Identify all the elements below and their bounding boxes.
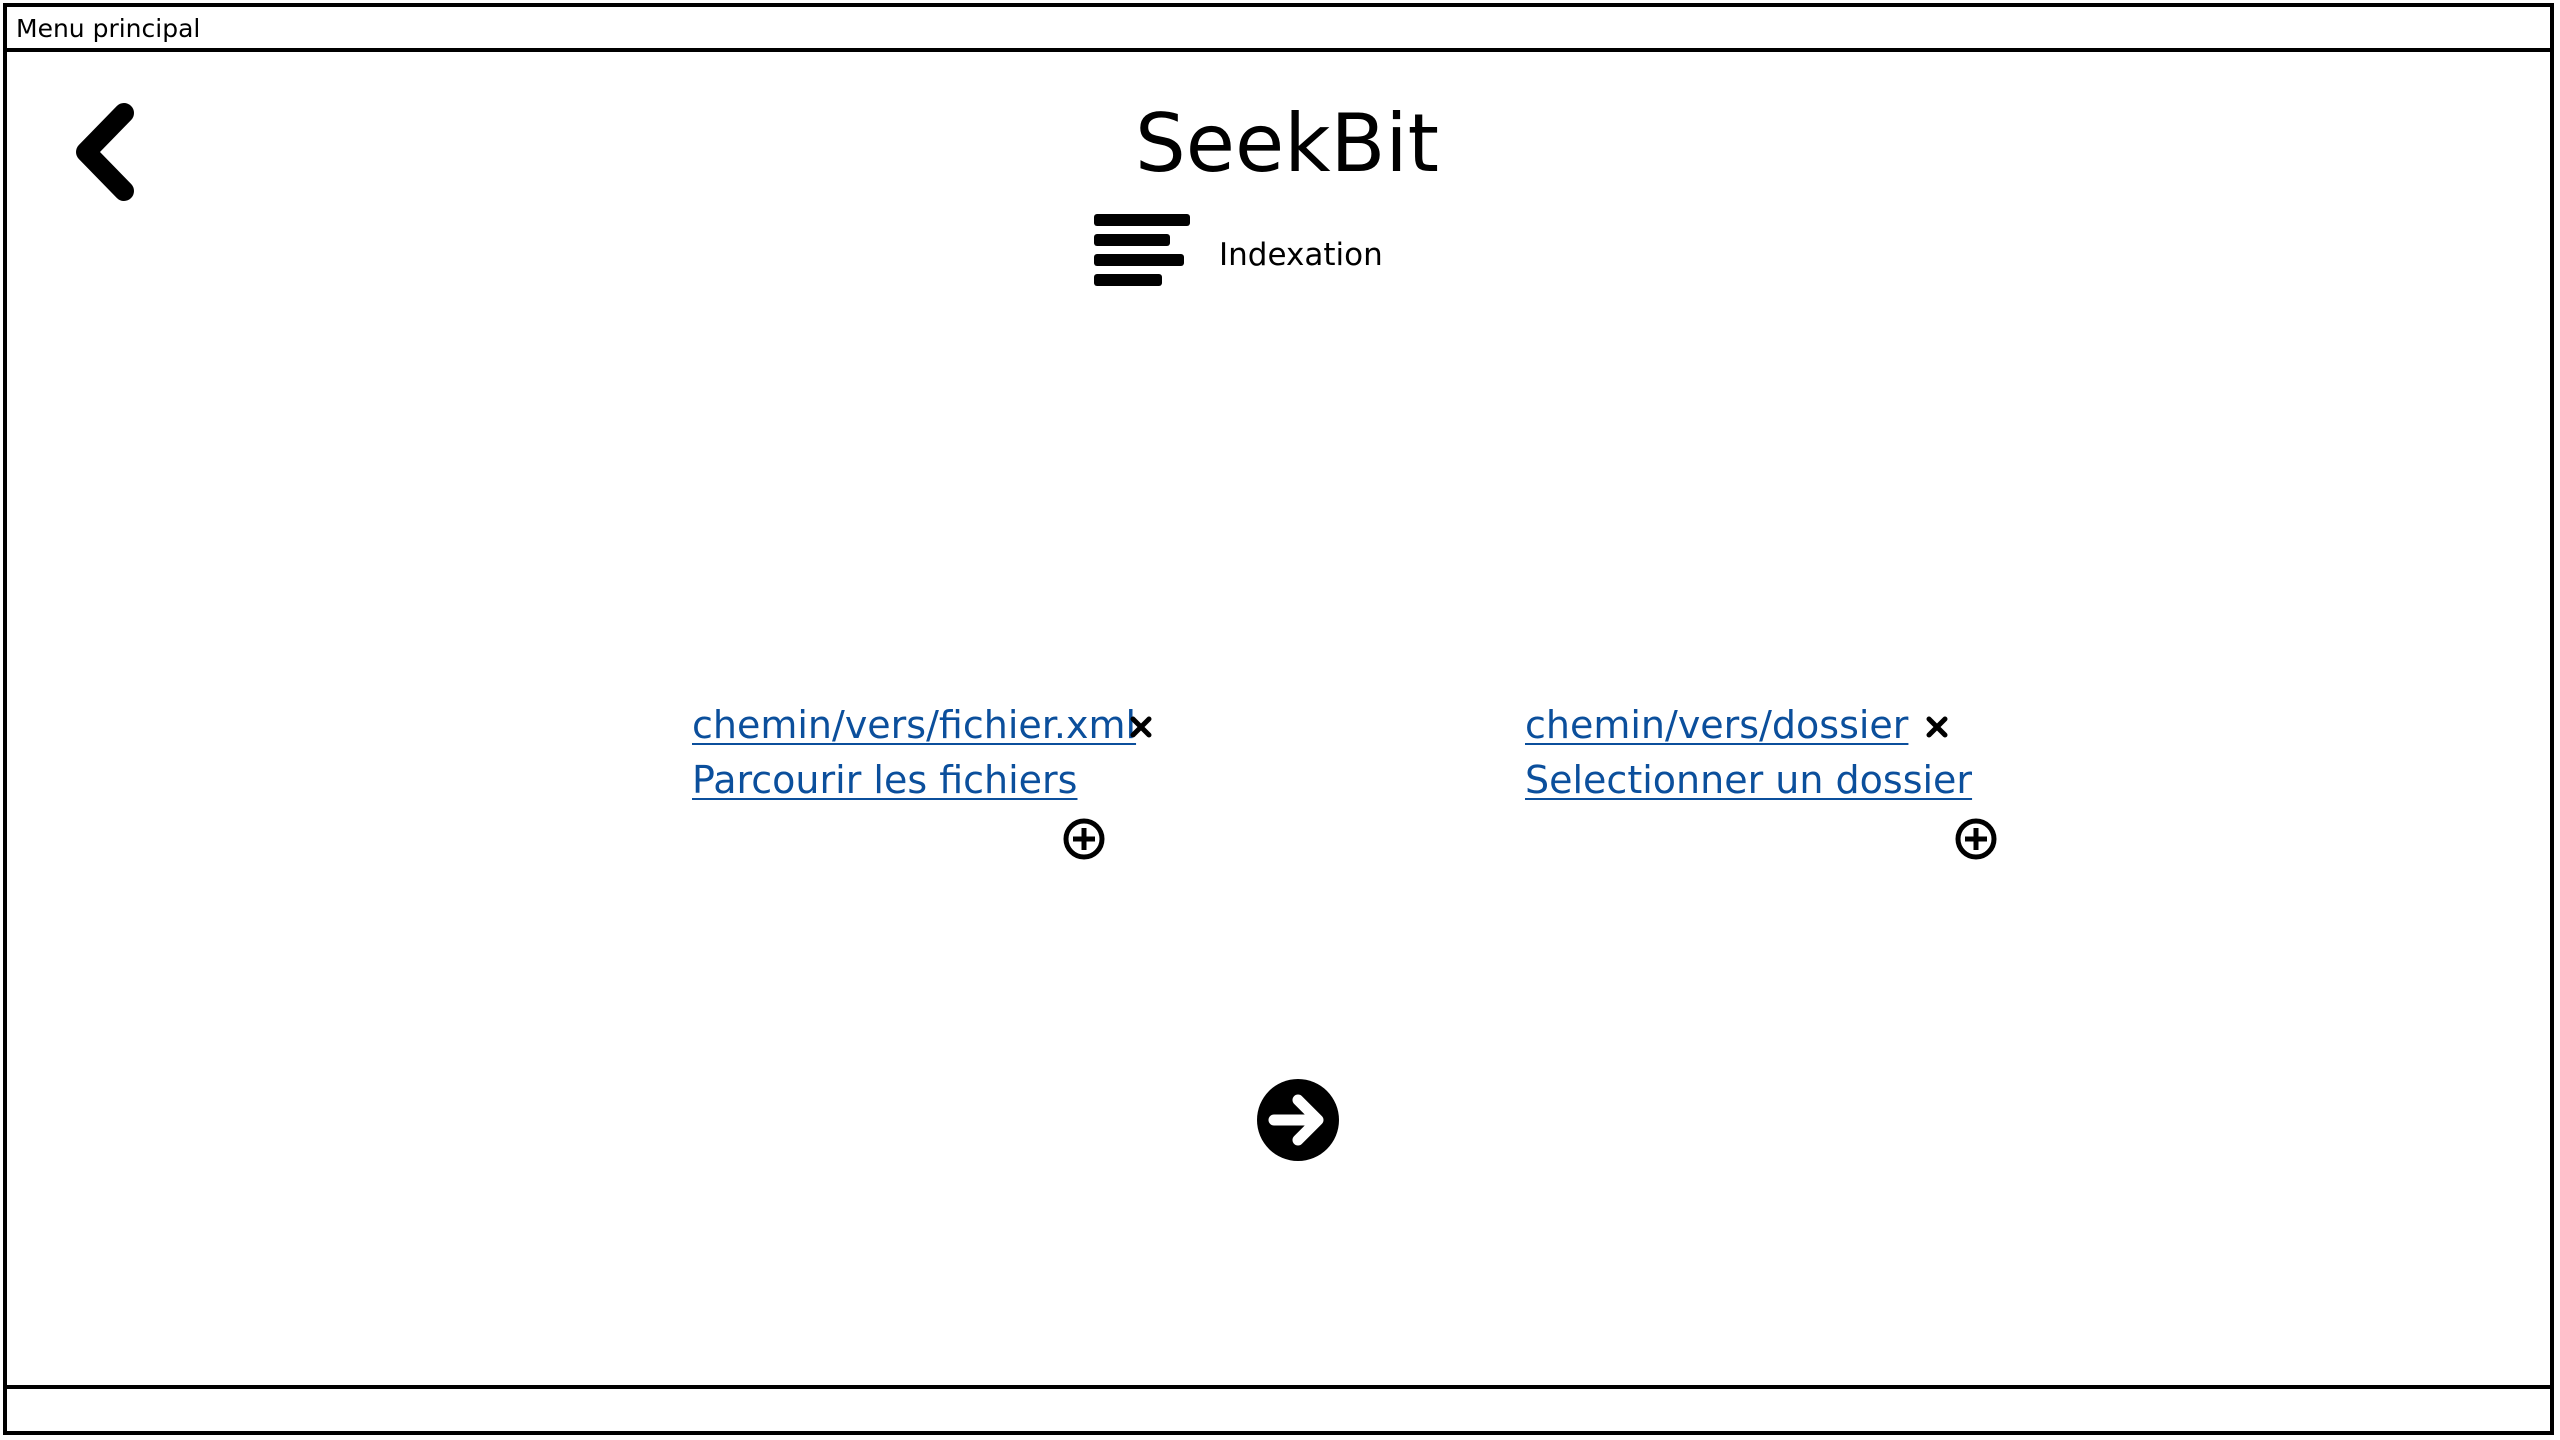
browse-files-link[interactable]: Parcourir les fichiers bbox=[692, 756, 1077, 804]
window-title: Menu principal bbox=[16, 14, 201, 43]
close-icon bbox=[1926, 716, 1948, 738]
plus-circle-icon bbox=[1955, 818, 1997, 860]
add-folder-button[interactable] bbox=[1954, 817, 1998, 861]
next-button[interactable] bbox=[1256, 1078, 1340, 1162]
close-icon bbox=[1130, 716, 1152, 738]
app-title: SeekBit bbox=[1134, 97, 1440, 190]
folder-path-link[interactable]: chemin/vers/dossier bbox=[1525, 701, 1908, 749]
back-button[interactable] bbox=[69, 99, 149, 205]
arrow-right-circle-icon bbox=[1257, 1079, 1339, 1161]
app-window: Menu principal SeekBit Indexation chemin… bbox=[3, 3, 2554, 1435]
section-label: Indexation bbox=[1219, 237, 1383, 273]
align-left-icon bbox=[1092, 212, 1192, 292]
remove-file-button[interactable] bbox=[1129, 715, 1153, 739]
remove-folder-button[interactable] bbox=[1925, 715, 1949, 739]
plus-circle-icon bbox=[1063, 818, 1105, 860]
chevron-left-icon bbox=[76, 103, 134, 201]
add-file-button[interactable] bbox=[1062, 817, 1106, 861]
file-path-link[interactable]: chemin/vers/fichier.xml bbox=[692, 701, 1136, 749]
status-bar bbox=[7, 1385, 2550, 1431]
select-folder-link[interactable]: Selectionner un dossier bbox=[1525, 756, 1972, 804]
window-titlebar: Menu principal bbox=[7, 7, 2550, 52]
